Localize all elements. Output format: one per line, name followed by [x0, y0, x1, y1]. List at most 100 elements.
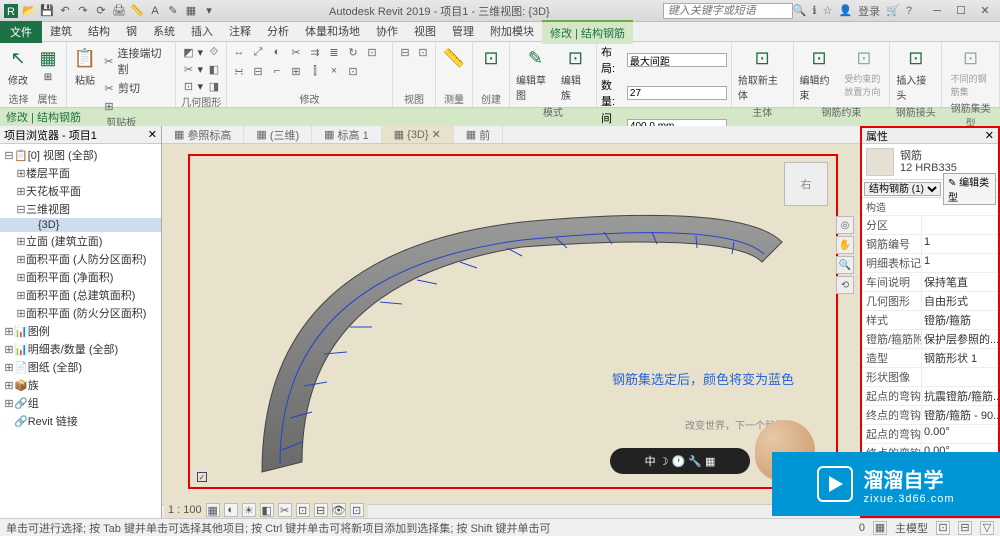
tool-icon[interactable]: ⇉ — [307, 44, 323, 60]
menu-tab[interactable]: 管理 — [444, 20, 482, 44]
geo-button[interactable]: ✂▾ — [180, 61, 204, 77]
menu-tab[interactable]: 附加模块 — [482, 20, 542, 44]
property-row[interactable]: 形状图像 — [862, 368, 998, 387]
tree-item[interactable]: ⊞📦族 — [0, 376, 161, 394]
menu-tab[interactable]: 系统 — [145, 20, 183, 44]
tree-item[interactable]: ⊞面积平面 (总建筑面积) — [0, 286, 161, 304]
status-icon[interactable]: ▽ — [980, 521, 994, 535]
shadow-icon[interactable]: ◧ — [260, 503, 274, 517]
close-icon[interactable]: ✕ — [148, 128, 157, 141]
menu-tab[interactable]: 视图 — [406, 20, 444, 44]
join-button[interactable]: ⊞ — [101, 98, 171, 114]
property-row[interactable]: 镫筋/箍筋附件保护层参照的... — [862, 330, 998, 349]
view-tab[interactable]: ▦(三维) — [244, 126, 312, 143]
property-row[interactable]: 分区 — [862, 216, 998, 235]
geo-button[interactable]: ⟐ — [206, 44, 222, 60]
menu-tab[interactable]: 协作 — [368, 20, 406, 44]
property-row[interactable]: 明细表标记1 — [862, 254, 998, 273]
edit-family-button[interactable]: ⊡编辑族 — [559, 44, 592, 104]
scale-label[interactable]: 1 : 100 — [168, 504, 202, 516]
redo-icon[interactable]: ↷ — [76, 4, 90, 18]
maximize-button[interactable]: ☐ — [950, 3, 972, 19]
geo-button[interactable]: ◧ — [206, 61, 222, 77]
property-row[interactable]: 起点的弯钩方向0.00° — [862, 425, 998, 444]
tree-item[interactable]: ⊞🔗组 — [0, 394, 161, 412]
nav-orbit-icon[interactable]: ⟲ — [836, 276, 854, 294]
tool-icon[interactable]: ≣ — [326, 44, 342, 60]
tree-item[interactable]: ⊞立面 (建筑立面) — [0, 232, 161, 250]
nav-wheel-icon[interactable]: ◎ — [836, 216, 854, 234]
tree-item[interactable]: ⊞面积平面 (净面积) — [0, 268, 161, 286]
tool-icon[interactable]: ↻ — [345, 44, 361, 60]
view-icon[interactable]: ⊡ — [415, 44, 431, 60]
menu-tab[interactable]: 钢 — [118, 20, 145, 44]
tree-item[interactable]: ⊞面积平面 (人防分区面积) — [0, 250, 161, 268]
search-icon[interactable]: 🔍 — [793, 4, 807, 17]
qty-input[interactable] — [627, 86, 727, 100]
tool-icon[interactable]: ⤢ — [250, 44, 266, 60]
property-row[interactable]: 车间说明保持笔直 — [862, 273, 998, 292]
tree-item[interactable]: ⊞📊明细表/数量 (全部) — [0, 340, 161, 358]
tree-item[interactable]: ⊟三维视图 — [0, 200, 161, 218]
menu-tab[interactable]: 插入 — [183, 20, 221, 44]
tree-item[interactable]: ⊞天花板平面 — [0, 182, 161, 200]
view-icon[interactable]: ⊟ — [397, 44, 413, 60]
tree[interactable]: ⊟📋[0] 视图 (全部)⊞楼层平面⊞天花板平面⊟三维视图{3D}⊞立面 (建筑… — [0, 144, 161, 518]
star-icon[interactable]: ☆ — [823, 4, 833, 17]
measure-button[interactable]: 📏 — [440, 44, 468, 72]
status-icon[interactable]: ⊡ — [936, 521, 950, 535]
create-button[interactable]: ⊡ — [477, 44, 505, 72]
canvas[interactable]: 钢筋集选定后，颜色将变为蓝色 右 ◎ ✋ 🔍 ⟲ ✓ 改变世界，下一个就是U! … — [162, 144, 860, 504]
vc-icon[interactable]: ⊡ — [350, 503, 364, 517]
tree-item[interactable]: ⊞面积平面 (防火分区面积) — [0, 304, 161, 322]
geo-button[interactable]: ◨ — [206, 78, 222, 94]
user-icon[interactable]: 👤 — [838, 4, 852, 17]
constrain-dir-button[interactable]: ⊡受约束的放置方向 — [842, 44, 885, 100]
tool-icon[interactable]: ⊡ — [364, 44, 380, 60]
modify-tool-button[interactable]: ↖修改 — [4, 44, 32, 89]
property-row[interactable]: 造型钢筋形状 1 — [862, 349, 998, 368]
model-label[interactable]: 主模型 — [895, 520, 928, 536]
filter-select[interactable]: 结构钢筋 (1) — [864, 182, 941, 196]
help-icon[interactable]: ? — [906, 5, 912, 17]
cart-icon[interactable]: 🛒 — [886, 4, 900, 17]
menu-tab[interactable]: 建筑 — [42, 20, 80, 44]
info-icon[interactable]: ℹ — [812, 4, 816, 17]
nav-pan-icon[interactable]: ✋ — [836, 236, 854, 254]
tree-item[interactable]: ⊞📊图例 — [0, 322, 161, 340]
tree-item[interactable]: 🔗Revit 链接 — [0, 412, 161, 430]
detail-icon[interactable]: ▦ — [206, 503, 220, 517]
tool-icon[interactable]: ↔ — [231, 44, 247, 60]
menu-tab[interactable]: 注释 — [221, 20, 259, 44]
print-icon[interactable]: 🖨 — [112, 4, 126, 18]
close-icon[interactable]: ✕ — [985, 129, 994, 142]
nav-zoom-icon[interactable]: 🔍 — [836, 256, 854, 274]
tree-item[interactable]: ⊟📋[0] 视图 (全部) — [0, 146, 161, 164]
tool-icon[interactable]: ∺ — [231, 63, 247, 79]
search-input[interactable] — [663, 3, 793, 19]
tool-icon[interactable]: ⊟ — [250, 63, 266, 79]
vc-icon[interactable]: ⊡ — [296, 503, 310, 517]
sun-icon[interactable]: ☀ — [242, 503, 256, 517]
status-icon[interactable]: ⊟ — [958, 521, 972, 535]
property-row[interactable]: 钢筋编号1 — [862, 235, 998, 254]
menu-tab[interactable]: 修改 | 结构钢筋 — [542, 20, 633, 44]
measure-icon[interactable]: 📏 — [130, 4, 144, 18]
dropdown-icon[interactable]: ▾ — [202, 4, 216, 18]
qat-icon[interactable]: A — [148, 4, 162, 18]
checkbox[interactable]: ✓ — [197, 472, 207, 482]
tool-icon[interactable]: ⊡ — [345, 63, 361, 79]
open-icon[interactable]: 📂 — [22, 4, 36, 18]
geo-button[interactable]: ⊡▾ — [180, 78, 204, 94]
cut-button[interactable]: ✂剪切 — [101, 79, 171, 97]
sync-icon[interactable]: ⟳ — [94, 4, 108, 18]
tool-icon[interactable]: ⊞ — [288, 63, 304, 79]
tool-icon[interactable]: ⌐ — [269, 63, 285, 79]
tool-icon[interactable]: ⫿ — [307, 63, 323, 79]
view-tab[interactable]: ▦{3D}✕ — [382, 126, 454, 143]
tool-icon[interactable]: × — [326, 63, 342, 79]
property-row[interactable]: 终点的弯钩镫筋/箍筋 - 90... — [862, 406, 998, 425]
tool-icon[interactable]: ◐ — [269, 44, 285, 60]
close-button[interactable]: ✕ — [974, 3, 996, 19]
property-row[interactable]: 起点的弯钩抗震镫筋/箍筋... — [862, 387, 998, 406]
